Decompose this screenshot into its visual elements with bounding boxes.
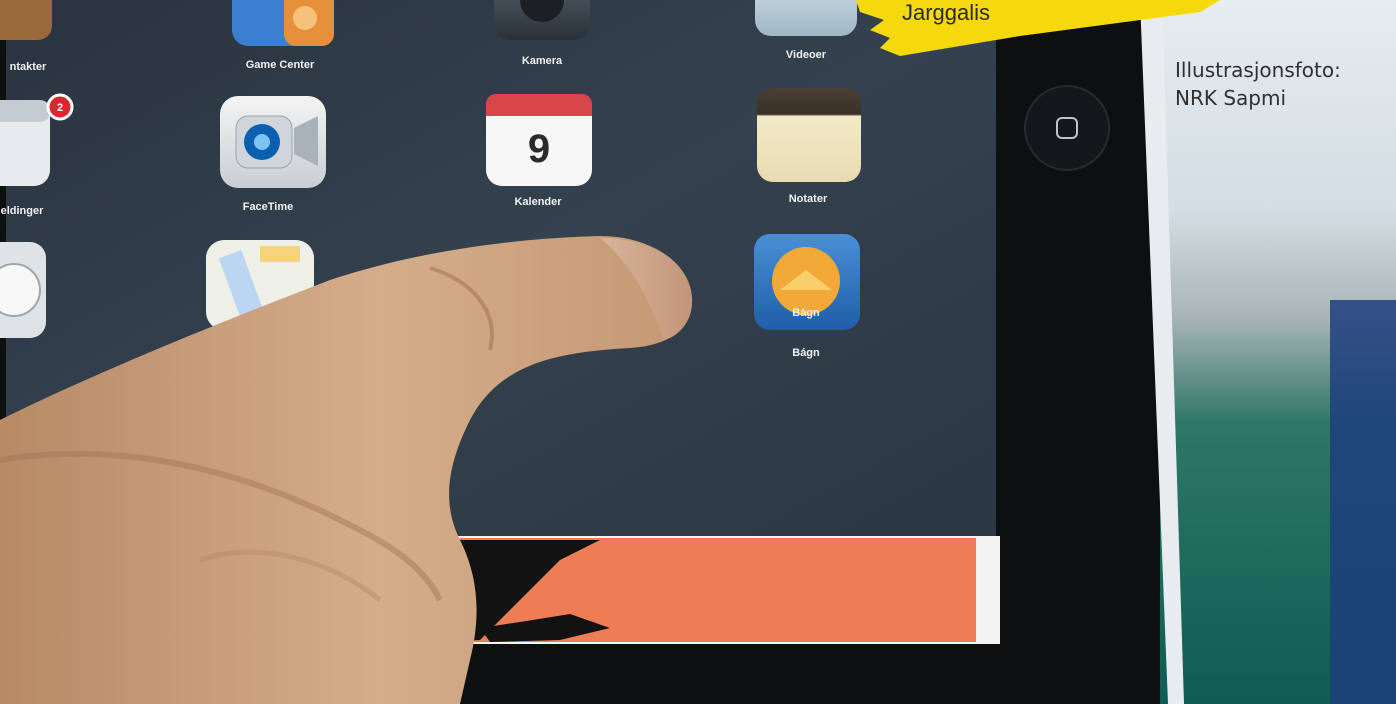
sticker-text: Jarggalis — [902, 0, 990, 25]
photo-credit-line-2: NRK Sapmi — [1175, 86, 1287, 110]
icon-label-facetime: FaceTime — [243, 201, 294, 213]
icon-label-camera: Kamera — [522, 55, 563, 67]
photo-credit-line-1: Illustrasjonsfoto: — [1175, 58, 1341, 82]
icon-label-weather: Bágn — [792, 347, 820, 359]
calendar-day-number: 9 — [528, 127, 550, 171]
background-blue-object — [1330, 300, 1396, 704]
photo-credit: Illustrasjonsfoto: NRK Sapmi — [1175, 56, 1341, 112]
app-icon-clock — [0, 242, 46, 338]
icon-label-notes: Notater — [789, 193, 828, 205]
icon-sublabel-weather: Bágn — [792, 307, 820, 319]
icon-label-contacts: ntakter — [10, 61, 47, 73]
home-button — [1024, 85, 1110, 171]
icon-label-game-center: Game Center — [246, 59, 315, 71]
notification-badge-count: 2 — [57, 102, 63, 114]
icon-label-videos: Videoer — [786, 49, 827, 61]
icon-label-calendar: Kalender — [514, 196, 562, 208]
icon-label-messages: eldinger — [1, 205, 45, 217]
